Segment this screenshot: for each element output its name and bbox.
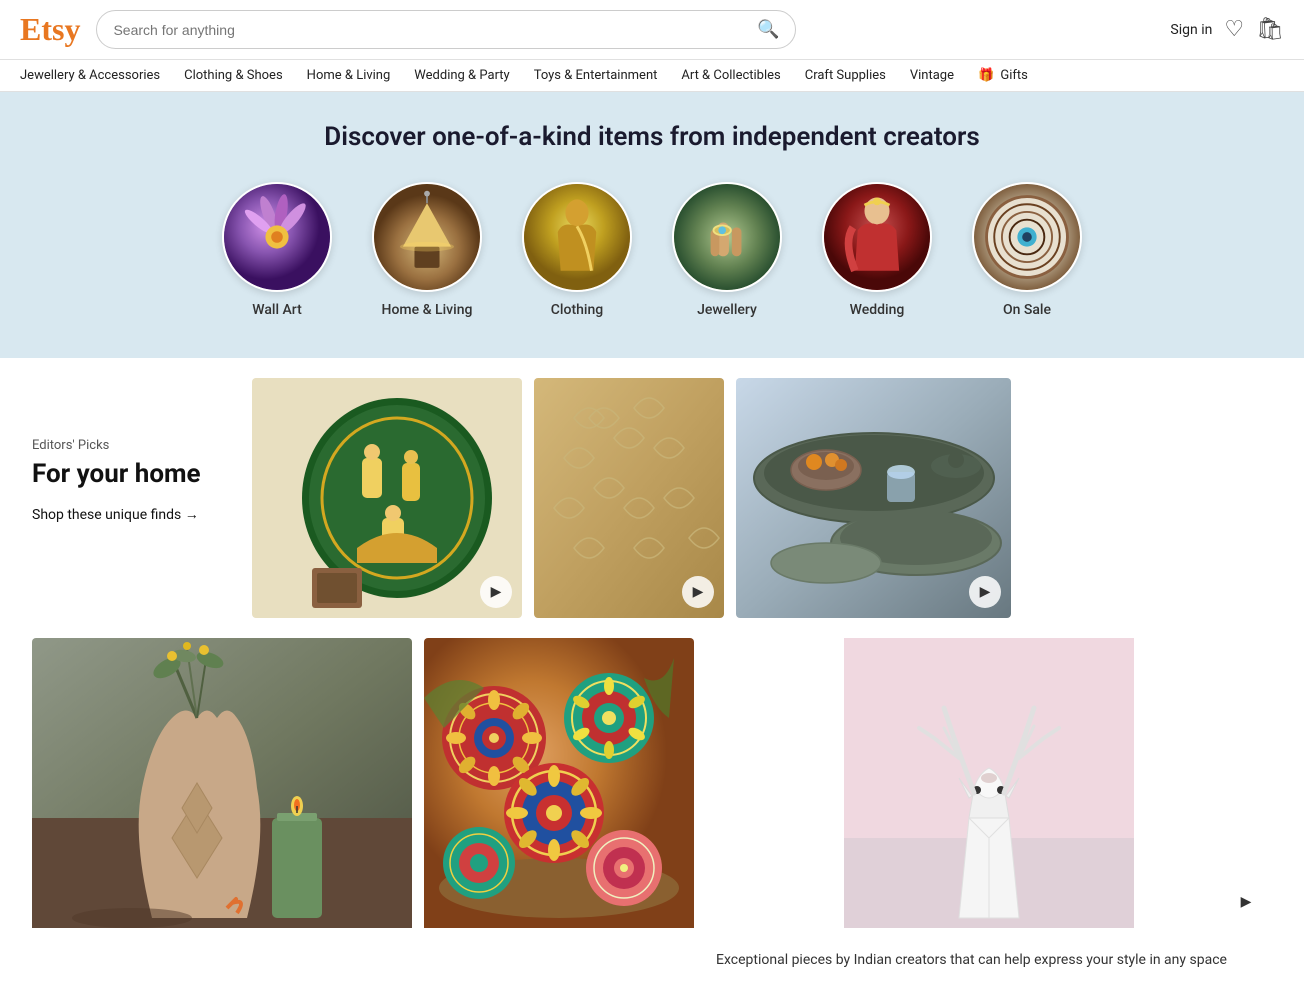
nav-item-home[interactable]: Home & Living xyxy=(307,68,391,83)
category-wedding[interactable]: Wedding xyxy=(822,182,932,318)
cart-icon[interactable]: 🛍 xyxy=(1256,17,1284,42)
play-button-ginkgo[interactable]: ▶ xyxy=(682,576,714,608)
category-jewellery-label: Jewellery xyxy=(697,302,757,318)
product-ginkgo[interactable]: ▶ xyxy=(534,378,724,618)
search-button[interactable]: 🔍 xyxy=(757,19,779,40)
category-row: Wall Art xyxy=(20,182,1284,318)
play-button-pattachitra[interactable]: ▶ xyxy=(480,576,512,608)
product-pattachitra[interactable]: ▶ xyxy=(252,378,522,618)
etsy-logo[interactable]: Etsy xyxy=(20,11,80,48)
product-vase-candle[interactable] xyxy=(32,638,412,981)
main-content: Editors' Picks For your home Shop these … xyxy=(12,358,1292,1001)
category-wall-art-label: Wall Art xyxy=(252,302,302,318)
category-wall-art[interactable]: Wall Art xyxy=(222,182,332,318)
category-clothing[interactable]: Clothing xyxy=(522,182,632,318)
product-mandala-boxes[interactable] xyxy=(424,638,694,981)
search-input[interactable] xyxy=(113,22,749,38)
product-deer[interactable]: ▶ xyxy=(706,638,1272,928)
sign-in-link[interactable]: Sign in xyxy=(1170,22,1212,38)
wishlist-icon[interactable]: ♡ xyxy=(1224,17,1244,42)
category-clothing-label: Clothing xyxy=(551,302,603,318)
hero-banner: Discover one-of-a-kind items from indepe… xyxy=(0,92,1304,358)
editors-text: Editors' Picks For your home Shop these … xyxy=(32,378,232,618)
category-clothing-image xyxy=(522,182,632,292)
category-home-living[interactable]: Home & Living xyxy=(372,182,482,318)
category-on-sale-image xyxy=(972,182,1082,292)
category-on-sale[interactable]: On Sale xyxy=(972,182,1082,318)
header-actions: Sign in ♡ 🛍 xyxy=(1170,17,1284,42)
bottom-section: ▶ Exceptional pieces by Indian creators … xyxy=(32,638,1272,981)
nav-item-craft[interactable]: Craft Supplies xyxy=(805,68,886,83)
nav-item-art[interactable]: Art & Collectibles xyxy=(681,68,780,83)
play-button-deer[interactable]: ▶ xyxy=(1230,886,1262,918)
category-wall-art-image xyxy=(222,182,332,292)
nav-item-jewellery[interactable]: Jewellery & Accessories xyxy=(20,68,160,83)
bottom-right-col: ▶ Exceptional pieces by Indian creators … xyxy=(706,638,1272,981)
product-trays[interactable]: ▶ xyxy=(736,378,1011,618)
nav-item-toys[interactable]: Toys & Entertainment xyxy=(534,68,658,83)
category-home-living-image xyxy=(372,182,482,292)
nav-item-gifts[interactable]: 🎁 Gifts xyxy=(978,68,1028,83)
nav-item-wedding[interactable]: Wedding & Party xyxy=(414,68,509,83)
category-home-living-label: Home & Living xyxy=(382,302,473,318)
editors-label: Editors' Picks xyxy=(32,438,232,453)
nav-item-vintage[interactable]: Vintage xyxy=(910,68,954,83)
category-jewellery-image xyxy=(672,182,782,292)
nav-bar: Jewellery & Accessories Clothing & Shoes… xyxy=(0,60,1304,92)
category-jewellery[interactable]: Jewellery xyxy=(672,182,782,318)
play-button-trays[interactable]: ▶ xyxy=(969,576,1001,608)
editors-section: Editors' Picks For your home Shop these … xyxy=(32,378,1272,618)
category-wedding-label: Wedding xyxy=(850,302,905,318)
category-on-sale-label: On Sale xyxy=(1003,302,1051,318)
editors-title: For your home xyxy=(32,459,232,490)
shop-link[interactable]: Shop these unique finds → xyxy=(32,506,232,523)
hero-title: Discover one-of-a-kind items from indepe… xyxy=(20,122,1284,152)
nav-item-clothing[interactable]: Clothing & Shoes xyxy=(184,68,283,83)
header: Etsy 🔍 Sign in ♡ 🛍 xyxy=(0,0,1304,60)
side-description-text: Exceptional pieces by Indian creators th… xyxy=(706,940,1272,981)
category-wedding-image xyxy=(822,182,932,292)
search-bar: 🔍 xyxy=(96,10,796,49)
product-grid: ▶ xyxy=(252,378,1272,618)
